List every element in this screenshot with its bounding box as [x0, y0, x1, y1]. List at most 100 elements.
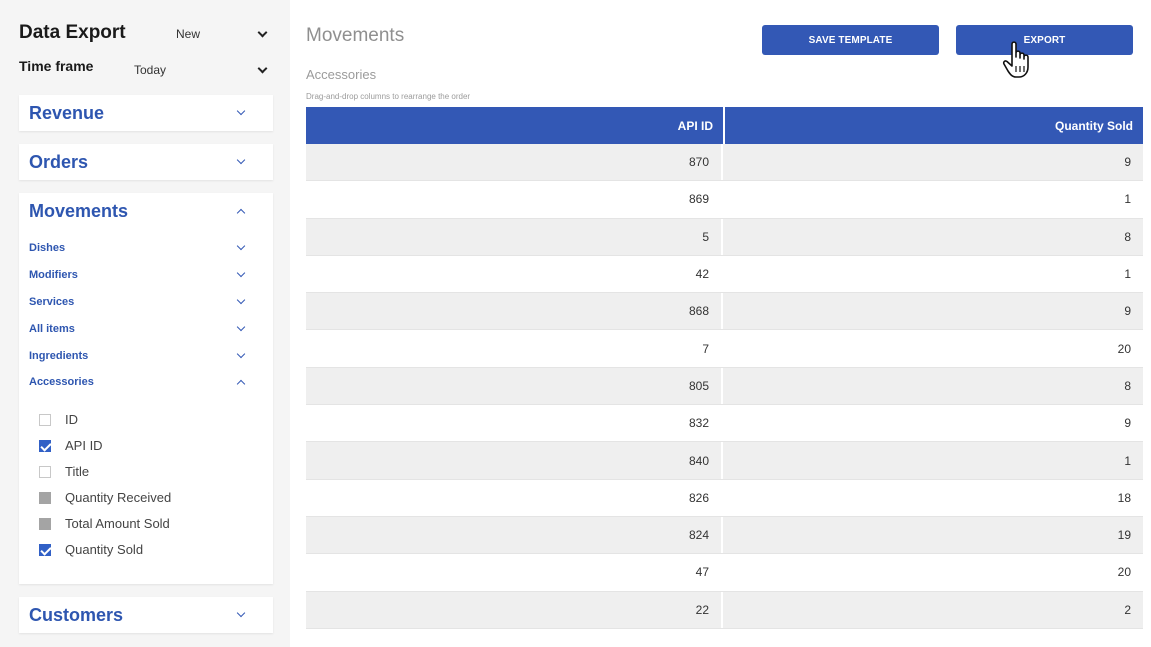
section-customers-header[interactable]: Customers	[19, 597, 273, 633]
chevron-down-icon	[257, 63, 268, 73]
template-select[interactable]: New	[168, 23, 272, 45]
cell-api-id: 826	[306, 479, 723, 516]
cell-quantity-sold: 19	[1117, 528, 1131, 543]
table-row: 47 20	[306, 554, 1143, 592]
section-revenue-title: Revenue	[29, 102, 105, 123]
field-label: Quantity Received	[65, 490, 172, 506]
field-quantity-sold[interactable]: Quantity Sold	[19, 537, 273, 563]
main-title: Movements	[306, 25, 405, 46]
chevron-down-icon	[236, 155, 246, 165]
field-api-id[interactable]: API ID	[19, 433, 273, 459]
movement-subsections: Dishes Modifiers Services All items Ingr…	[19, 229, 273, 396]
table-row: 832 9	[306, 405, 1143, 443]
export-table: API ID Quantity Sold 870 9 869 1 5 8 42 …	[306, 107, 1143, 629]
cell-api-id: 824	[306, 516, 723, 554]
field-label: API ID	[65, 438, 103, 454]
cell-quantity-sold: 20	[1117, 565, 1131, 580]
data-export-app: Data Export New Time frame Today Revenue…	[0, 0, 1151, 647]
sidebar: Data Export New Time frame Today Revenue…	[0, 0, 290, 647]
section-movements: Movements Dishes Modifiers Services All …	[19, 193, 273, 584]
cell-quantity-sold: 20	[1117, 341, 1131, 356]
section-orders: Orders	[19, 144, 273, 180]
field-id[interactable]: ID	[19, 407, 273, 433]
cell-api-id: 869	[306, 181, 723, 218]
table-row: 7 20	[306, 330, 1143, 368]
cell-quantity-sold: 1	[1124, 192, 1131, 207]
section-movements-header[interactable]: Movements	[19, 193, 273, 229]
section-orders-header[interactable]: Orders	[19, 144, 273, 180]
cell-quantity-sold: 9	[1124, 416, 1131, 431]
chevron-down-icon	[236, 106, 246, 116]
chevron-down-icon	[236, 322, 246, 332]
table-row: 5 8	[306, 218, 1143, 256]
field-label: Title	[65, 464, 90, 480]
subsection-services[interactable]: Services	[19, 289, 273, 316]
timeframe-row: Time frame	[19, 58, 93, 74]
field-label: Total Amount Sold	[65, 516, 170, 532]
chevron-down-icon	[236, 242, 246, 251]
drag-hint: Drag-and-drop columns to rearrange the o…	[306, 92, 471, 101]
checkbox[interactable]	[39, 413, 51, 426]
cell-quantity-sold: 8	[1124, 229, 1131, 244]
chevron-down-icon	[236, 268, 246, 278]
table-row: 868 9	[306, 293, 1143, 331]
cell-api-id: 42	[306, 255, 723, 293]
table-row: 826 18	[306, 479, 1143, 517]
subsection-ingredients[interactable]: Ingredients	[19, 342, 273, 369]
subsection-label: Ingredients	[29, 349, 89, 362]
cell-quantity-sold: 9	[1124, 304, 1131, 319]
subsection-dishes[interactable]: Dishes	[19, 235, 273, 262]
save-template-button[interactable]: SAVE TEMPLATE	[762, 25, 939, 55]
field-label: Quantity Sold	[65, 542, 144, 558]
chevron-down-icon	[236, 349, 246, 358]
subsection-modifiers[interactable]: Modifiers	[19, 262, 273, 289]
cell-api-id: 870	[306, 144, 723, 181]
cell-quantity-sold: 1	[1124, 453, 1131, 468]
cell-api-id: 7	[306, 330, 723, 367]
section-customers: Customers	[19, 597, 273, 633]
checkbox[interactable]	[39, 465, 51, 478]
cell-api-id: 832	[306, 405, 723, 442]
subsection-label: All items	[29, 322, 75, 335]
field-title[interactable]: Title	[19, 459, 273, 485]
field-quantity-received: Quantity Received	[19, 485, 273, 511]
field-label: ID	[65, 412, 78, 428]
table-row: 869 1	[306, 181, 1143, 219]
checkbox[interactable]	[39, 439, 51, 452]
checkbox	[39, 491, 51, 504]
section-revenue-header[interactable]: Revenue	[19, 95, 273, 131]
checkbox	[39, 517, 51, 530]
section-movements-title: Movements	[29, 200, 129, 221]
subsection-all-items[interactable]: All items	[19, 315, 273, 342]
cell-quantity-sold: 9	[1124, 155, 1131, 170]
subsection-label: Dishes	[29, 242, 66, 255]
column-header-quantity-sold[interactable]: Quantity Sold	[725, 107, 1143, 144]
cell-api-id: 22	[306, 591, 723, 628]
breadcrumb: Accessories	[306, 67, 377, 82]
cell-api-id: 868	[306, 293, 723, 330]
subsection-accessories[interactable]: Accessories	[19, 369, 273, 396]
table-row: 42 1	[306, 255, 1143, 294]
timeframe-label: Time frame	[19, 58, 94, 74]
export-button[interactable]: EXPORT	[956, 25, 1133, 55]
template-select-value: New	[176, 27, 201, 41]
page-title: Data Export	[19, 22, 126, 43]
timeframe-select[interactable]: Today	[126, 59, 272, 81]
page-title-row: Data Export	[19, 22, 126, 44]
checkbox[interactable]	[39, 543, 51, 556]
cell-quantity-sold: 2	[1124, 602, 1131, 617]
chevron-down-icon	[236, 608, 246, 618]
table-row: 22 2	[306, 591, 1143, 629]
accessory-field-list: ID API ID Title Quantity Received Total …	[19, 396, 273, 563]
chevron-up-icon	[236, 379, 246, 389]
column-header-api-id[interactable]: API ID	[306, 107, 723, 144]
cell-api-id: 840	[306, 442, 723, 479]
subsection-label: Accessories	[29, 376, 94, 389]
section-revenue: Revenue	[19, 95, 273, 131]
timeframe-select-value: Today	[134, 63, 167, 77]
cell-api-id: 47	[306, 554, 723, 591]
table-row: 870 9	[306, 144, 1143, 182]
subsection-label: Services	[29, 295, 75, 308]
table-row: 805 8	[306, 367, 1143, 406]
cell-quantity-sold: 8	[1124, 378, 1131, 393]
